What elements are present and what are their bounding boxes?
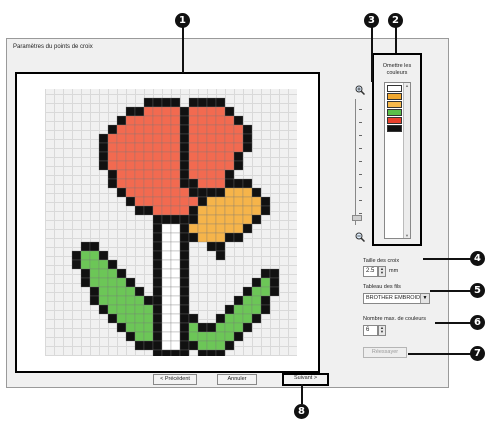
cancel-button[interactable]: Annuler — [217, 374, 257, 385]
slider-tick — [359, 200, 362, 201]
callout-1-leader — [182, 27, 184, 73]
color-swatch[interactable] — [387, 109, 402, 116]
color-swatch[interactable] — [387, 85, 402, 92]
callout-8-leader — [301, 384, 303, 404]
color-swatch[interactable] — [387, 125, 402, 132]
slider-tick — [359, 161, 362, 162]
back-button[interactable]: < Précédent — [153, 374, 197, 385]
color-swatch[interactable] — [387, 101, 402, 108]
scroll-down-arrow-icon[interactable]: ▼ — [404, 233, 410, 238]
thread-table-value: BROTHER EMBROIDERY — [366, 295, 421, 301]
callout-5: 5 — [470, 283, 485, 298]
cross-size-label: Taille des croix — [363, 258, 400, 264]
callout-7: 7 — [470, 346, 485, 361]
chevron-down-icon[interactable]: ▼ — [420, 294, 429, 303]
color-swatch[interactable] — [387, 117, 402, 124]
callout-4-leader — [423, 258, 477, 260]
color-swatch[interactable] — [387, 93, 402, 100]
slider-tick — [359, 187, 362, 188]
callout-7-leader — [408, 353, 477, 355]
callout-3: 3 — [364, 13, 379, 28]
slider-tick — [359, 135, 362, 136]
scroll-up-arrow-icon[interactable]: ▲ — [404, 83, 410, 88]
color-list[interactable]: ▲ ▼ — [384, 82, 411, 239]
max-colors-label: Nombre max. de couleurs — [363, 316, 426, 322]
thread-table-label: Tableau des fils — [363, 284, 401, 290]
preview-panel — [15, 72, 320, 373]
callout-2: 2 — [388, 13, 403, 28]
callout-2-leader — [395, 27, 397, 53]
callout-3-leader — [371, 27, 373, 82]
cross-size-unit: mm — [389, 268, 399, 274]
slider-tick — [359, 148, 362, 149]
callout-6: 6 — [470, 315, 485, 330]
slider-tick — [359, 109, 362, 110]
max-colors-input[interactable]: 6 — [363, 325, 378, 336]
next-button[interactable]: Suivant > — [282, 373, 329, 386]
callout-8: 8 — [294, 404, 309, 419]
cross-size-input[interactable]: 2.5 — [363, 266, 378, 277]
zoom-in-icon[interactable] — [355, 82, 366, 100]
slider-tick — [359, 174, 362, 175]
dialog-title: Paramètres du points de croix — [13, 44, 93, 50]
color-list-title: Omettre les couleurs — [382, 63, 412, 76]
max-colors-stepper[interactable]: ▲ ▼ — [378, 325, 386, 336]
thread-table-select[interactable]: BROTHER EMBROIDERY ▼ — [363, 293, 430, 304]
stitch-grid-preview — [45, 89, 297, 356]
zoom-slider-thumb[interactable] — [352, 215, 362, 221]
zoom-slider-track[interactable] — [355, 99, 356, 225]
callout-4: 4 — [470, 251, 485, 266]
slider-tick — [359, 213, 362, 214]
callout-1: 1 — [175, 13, 190, 28]
color-list-scrollbar[interactable]: ▲ ▼ — [403, 83, 410, 238]
zoom-out-icon[interactable] — [355, 229, 366, 247]
tulip-stitch-image — [71, 97, 280, 356]
cross-stitch-settings-dialog: Paramètres du points de croix Omettre le… — [6, 38, 449, 388]
slider-tick — [359, 122, 362, 123]
cross-size-stepper[interactable]: ▲ ▼ — [378, 266, 386, 277]
refresh-button[interactable]: Réessayer — [363, 347, 407, 358]
